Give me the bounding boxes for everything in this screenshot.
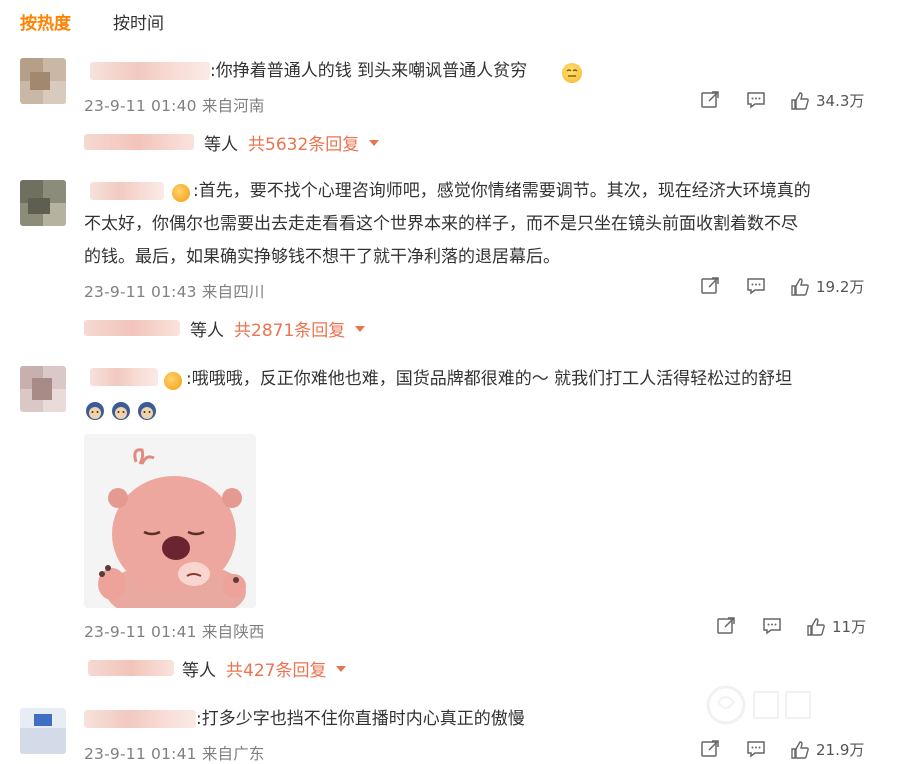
- thumbs-up-icon: [791, 740, 809, 759]
- reply-summary[interactable]: 等人 共427条回复: [182, 656, 347, 681]
- share-button[interactable]: [716, 616, 736, 636]
- avatar[interactable]: [20, 58, 66, 104]
- avatar[interactable]: [20, 366, 66, 412]
- username-blurred[interactable]: [90, 182, 164, 200]
- reply-deng-label: 等人: [204, 135, 238, 155]
- comment-button[interactable]: [746, 739, 766, 759]
- cartoon-emoji-icon: [138, 402, 156, 420]
- tab-by-hot[interactable]: 按热度: [20, 9, 71, 34]
- share-button[interactable]: [700, 276, 720, 296]
- sort-tabs: 按热度 按时间: [20, 6, 164, 36]
- chevron-down-icon[interactable]: [369, 139, 380, 146]
- like-button[interactable]: 19.2万: [790, 276, 864, 297]
- thumbs-up-icon: [791, 91, 809, 110]
- comment-icon: [747, 741, 765, 758]
- reply-count-link[interactable]: 共5632条回复: [248, 130, 359, 155]
- comment-text-line-2: 不太好，你偶尔也需要出去走走看看这个世界本来的样子，而不是只坐在镜头前面收割着数…: [84, 214, 798, 234]
- comment-text-line-3: 的钱。最后，如果确实挣够钱不想干了就干净利落的退居幕后。: [84, 247, 560, 267]
- thumbs-up-icon: [791, 277, 809, 296]
- sticker-image[interactable]: [84, 434, 256, 608]
- comment-meta: 23-9-11 01:41 来自广东: [84, 745, 265, 763]
- comment-button[interactable]: [746, 90, 766, 110]
- comment-text-line-1: :首先，要不找个心理咨询师吧，感觉你情绪需要调节。其次，现在经济大环境真的: [193, 181, 811, 201]
- share-icon: [701, 277, 719, 294]
- chevron-down-icon[interactable]: [355, 325, 366, 332]
- comment-icon: [747, 278, 765, 295]
- comment-meta: 23-9-11 01:40 来自河南: [84, 97, 265, 115]
- reply-deng-label: 等人: [182, 661, 216, 681]
- watermark-logo: [706, 685, 811, 725]
- share-icon: [701, 740, 719, 757]
- username-blurred[interactable]: [90, 62, 210, 80]
- replier-names-blurred: [84, 320, 180, 336]
- share-icon: [717, 617, 735, 634]
- emoji-row: [84, 400, 162, 422]
- reply-count-link[interactable]: 共2871条回复: [234, 316, 345, 341]
- cartoon-emoji-icon: [112, 402, 130, 420]
- replier-names-blurred: [84, 134, 194, 150]
- comment-button[interactable]: [762, 616, 782, 636]
- username-blurred[interactable]: [84, 710, 196, 728]
- reply-summary[interactable]: 等人 共5632条回复: [204, 130, 380, 155]
- share-icon: [701, 91, 719, 108]
- comment-icon: [747, 92, 765, 109]
- comment-text: :打多少字也挡不住你直播时内心真正的傲慢: [196, 709, 525, 729]
- chevron-down-icon[interactable]: [336, 665, 347, 672]
- tab-by-time[interactable]: 按时间: [113, 9, 164, 34]
- reply-deng-label: 等人: [190, 321, 224, 341]
- cartoon-emoji-icon: [86, 402, 104, 420]
- like-button[interactable]: 11万: [806, 616, 866, 637]
- comment-text: :你挣着普通人的钱 到头来嘲讽普通人贫穷: [210, 61, 528, 81]
- like-count: 19.2万: [816, 278, 865, 296]
- username-blurred[interactable]: [90, 368, 158, 386]
- comment-icon: [763, 618, 781, 635]
- emoji-icon: [562, 63, 582, 83]
- share-button[interactable]: [700, 90, 720, 110]
- like-count: 34.3万: [816, 92, 865, 110]
- like-button[interactable]: 21.9万: [790, 739, 864, 760]
- reply-count-link[interactable]: 共427条回复: [226, 656, 326, 681]
- comment-text: :哦哦哦，反正你难他也难，国货品牌都很难的～ 就我们打工人活得轻松过的舒坦: [186, 369, 793, 389]
- comment-meta: 23-9-11 01:43 来自四川: [84, 283, 265, 301]
- member-badge-icon: [164, 372, 182, 390]
- replier-names-blurred: [88, 660, 174, 676]
- member-badge-icon: [172, 184, 190, 202]
- like-button[interactable]: 34.3万: [790, 90, 864, 111]
- like-count: 11万: [832, 618, 867, 636]
- reply-summary[interactable]: 等人 共2871条回复: [190, 316, 366, 341]
- thumbs-up-icon: [807, 617, 825, 636]
- like-count: 21.9万: [816, 741, 865, 759]
- comment-button[interactable]: [746, 276, 766, 296]
- share-button[interactable]: [700, 739, 720, 759]
- comment-meta: 23-9-11 01:41 来自陕西: [84, 623, 265, 641]
- avatar[interactable]: [20, 708, 66, 754]
- avatar[interactable]: [20, 180, 66, 226]
